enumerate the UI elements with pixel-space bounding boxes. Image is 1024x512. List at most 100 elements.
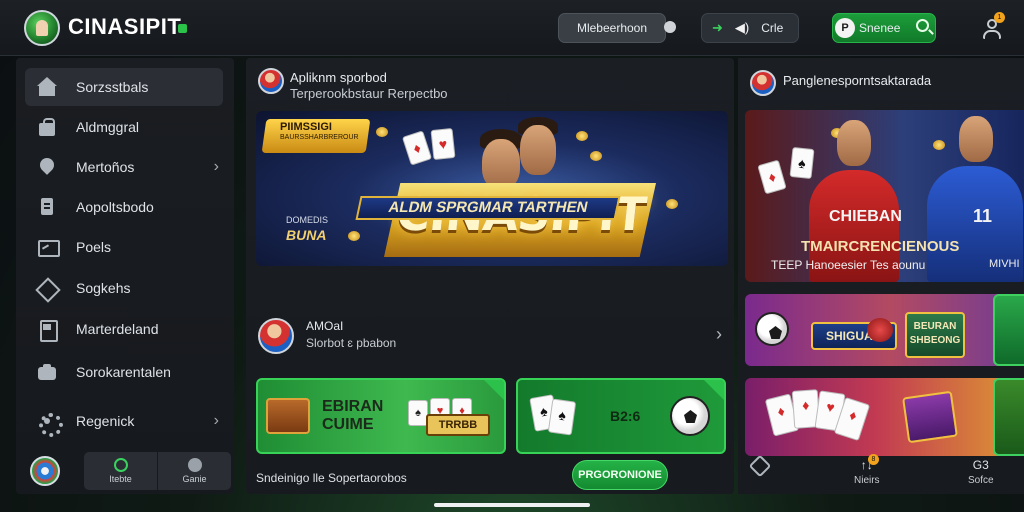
- nav-item-sofce[interactable]: G3 Sofce: [968, 458, 994, 486]
- playing-card-icon: ♦: [401, 130, 433, 166]
- side-game-tile[interactable]: [993, 378, 1024, 456]
- game-card-poker[interactable]: ♦ ♦ ♥ ♦: [745, 378, 1024, 456]
- search-badge: P: [835, 18, 855, 38]
- jersey-label: CHIEBAN: [829, 208, 902, 225]
- game-card-soccer[interactable]: SHIGUAG BEURAN SHBEONG: [745, 294, 1024, 366]
- coin-icon: [590, 151, 602, 161]
- hero-side-big: BUNA: [286, 227, 327, 243]
- featured-tag: MIVHI: [989, 258, 1020, 270]
- soccer-ball-icon: [670, 396, 710, 436]
- sidebar-item-8[interactable]: Regenick ›: [25, 402, 223, 440]
- sidebar-item-7[interactable]: Sorokarentalen: [25, 353, 223, 391]
- tab-games-label: Ganie: [182, 474, 207, 484]
- hero-badge-title: PIIMSSIGI: [280, 121, 332, 133]
- hero-side-small: DOMEDIS: [286, 215, 329, 225]
- sidebar-footer: Itebte Ganie: [30, 452, 231, 490]
- game-card-label-2: BEURAN SHBEONG: [905, 312, 965, 358]
- nav-item-home[interactable]: [748, 454, 772, 478]
- sidebar-item-4[interactable]: Poels: [25, 228, 223, 266]
- search-icon[interactable]: [916, 19, 929, 32]
- channel-avatar[interactable]: [258, 68, 284, 94]
- sidebar-item-label: Poels: [76, 239, 112, 255]
- membership-button[interactable]: Mlebeerhoon: [558, 13, 666, 43]
- bag-icon: [37, 117, 57, 137]
- logo-dot-icon: [178, 24, 187, 33]
- tab-live-label: Itebte: [109, 474, 132, 484]
- sidebar-item-label: Aopoltsbodo: [76, 199, 154, 215]
- chevron-right-icon[interactable]: ›: [716, 324, 722, 345]
- file-icon: [37, 319, 58, 342]
- coin-icon: [348, 231, 360, 241]
- chevron-right-icon: ›: [213, 158, 219, 175]
- promotions-button[interactable]: PRGORONIONE: [572, 460, 668, 490]
- game-tile-bonus[interactable]: EBIRAN CUIME ♠ ♥ ♦ TRRBB: [256, 378, 506, 454]
- section-subtitle: Terperookbstaur Rerpectbo: [290, 86, 448, 101]
- sidebar-item-label: Sorzsstbals: [76, 79, 149, 95]
- sidebar-item-1[interactable]: Aldmggral: [25, 108, 223, 146]
- gear-icon: [37, 411, 63, 437]
- right-panel: Panglenesporntsaktarada ♦ ♠ CHIEBAN 11 T…: [738, 58, 1024, 494]
- sidebar-item-0[interactable]: Sorzsstbals: [25, 68, 223, 106]
- featured-sports-card[interactable]: ♦ ♠ CHIEBAN 11 TMAIRCRENCIENOUS TEEP Han…: [745, 110, 1024, 282]
- sidebar-item-3[interactable]: Aopoltsbodo: [25, 188, 223, 226]
- slot-label: TRRBB: [426, 414, 490, 436]
- tab-games[interactable]: Ganie: [158, 452, 231, 490]
- cast-button[interactable]: ➜ ◀) Crle: [701, 13, 799, 43]
- tab-live[interactable]: Itebte: [84, 452, 157, 490]
- game-tile-cards[interactable]: ♠ ♠ B2:6: [516, 378, 726, 454]
- right-bottom-nav: ↑↓ 8 Nieirs G3 Sofce: [738, 454, 1024, 494]
- promo-title: AMOaI: [306, 319, 344, 333]
- channel-avatar[interactable]: [750, 70, 776, 96]
- sidebar-item-2[interactable]: Mertoños ›: [25, 148, 223, 186]
- home-icon: [37, 77, 57, 97]
- side-game-tile[interactable]: [993, 294, 1024, 366]
- coin-icon: [376, 127, 388, 137]
- soccer-ball-icon: [755, 312, 789, 346]
- featured-headline: TMAIRCRENCIENOUS: [801, 238, 960, 255]
- promo-avatar: [258, 318, 294, 354]
- games-icon: [187, 458, 202, 472]
- search-label: Snenee: [859, 21, 901, 35]
- player-face: [837, 120, 871, 166]
- playing-card-icon: ♥: [430, 127, 456, 161]
- sidebar-item-6[interactable]: Marterdeland: [25, 310, 223, 348]
- promo-row[interactable]: AMOaI Slorbot ɛ pbabon ›: [256, 316, 728, 356]
- chip-icon: [867, 318, 893, 342]
- sidebar-item-5[interactable]: Sogkehs: [25, 269, 223, 307]
- top-bar: CINASIPIT Mlebeerhoon ➜ ◀) Crle Snenee P…: [0, 0, 1024, 56]
- screen-icon: [37, 237, 60, 257]
- toggle-knob-icon[interactable]: [664, 21, 676, 33]
- right-panel-title: Panglenesporntsaktarada: [783, 73, 932, 88]
- sidebar-item-label: Marterdeland: [76, 321, 159, 337]
- playing-card-icon: ♠: [789, 146, 815, 180]
- home-indicator[interactable]: [434, 503, 590, 507]
- playing-card-icon: ♦: [757, 159, 787, 195]
- playing-card-icon: ♠: [408, 400, 428, 426]
- hero-banner[interactable]: PIIMSSIGI BAURSSHARBREROUR ♦ ♥ CINASIPIT…: [256, 111, 728, 266]
- notification-badge: 1: [994, 12, 1005, 23]
- section-title: Apliknm sporbod: [290, 70, 387, 85]
- playing-card-icon: ♠: [547, 398, 577, 436]
- jersey-number: 11: [973, 206, 993, 226]
- center-footer-text: Sndeinigo lle Sopertaorobos: [256, 471, 407, 485]
- camera-icon: [37, 362, 57, 382]
- speaker-icon: ◀): [734, 20, 750, 35]
- book-icon: [902, 390, 958, 444]
- logo-icon[interactable]: [24, 10, 60, 46]
- tile-label-line2: CUIME: [322, 416, 374, 433]
- app-logo-text[interactable]: CINASIPIT: [68, 14, 181, 40]
- nav-sofce-icon: G3: [972, 458, 989, 472]
- chevron-right-icon: ›: [213, 412, 219, 429]
- sidebar-item-label: Mertoños: [76, 159, 135, 175]
- cast-label: Crle: [761, 21, 784, 35]
- nav-item-news[interactable]: ↑↓ 8 Nieirs: [854, 454, 880, 486]
- sidebar-item-label: Regenick: [76, 413, 135, 429]
- hero-badge-subtitle: BAURSSHARBREROUR: [280, 134, 359, 141]
- nav-news-badge: 8: [868, 454, 879, 465]
- avatar[interactable]: [30, 456, 60, 486]
- tile-corner-mark: [704, 380, 724, 400]
- player-face: [520, 125, 556, 175]
- player-face: [482, 139, 520, 189]
- tile-score: B2:6: [610, 408, 641, 424]
- nav-news-label: Nieirs: [854, 475, 880, 486]
